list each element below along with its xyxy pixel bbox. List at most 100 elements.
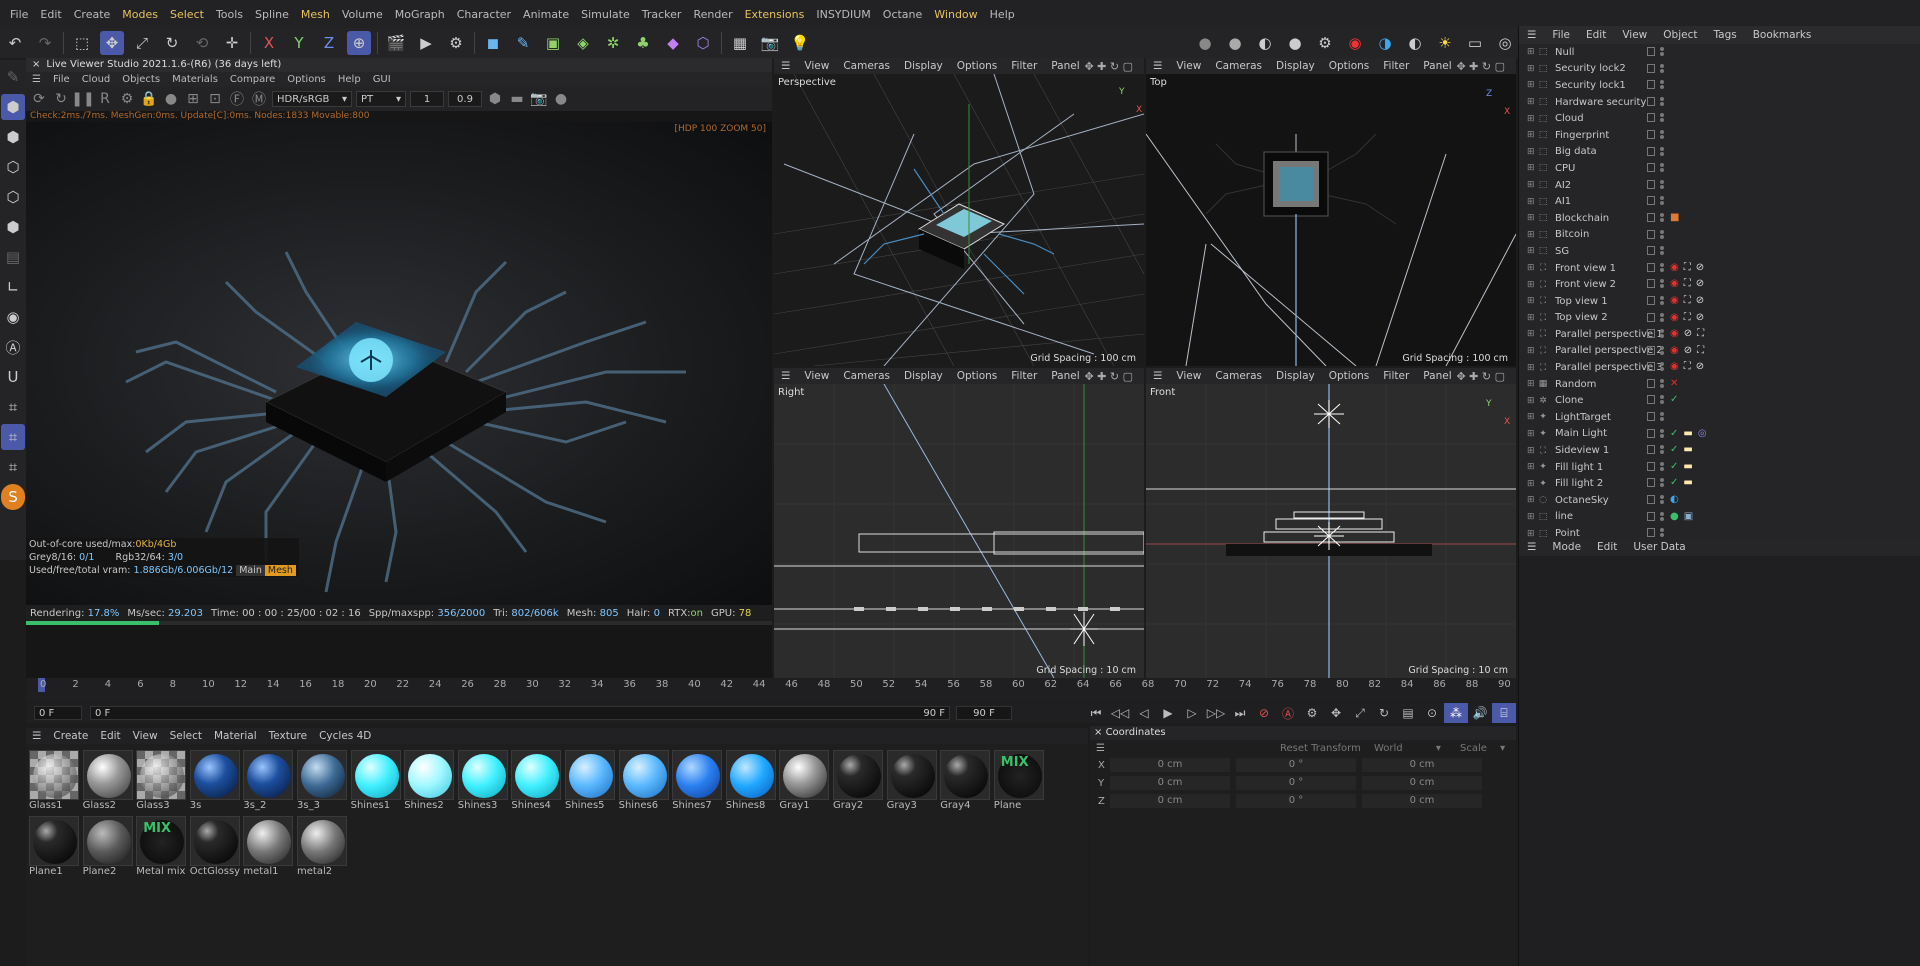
material-swatch[interactable]: Shines6 — [618, 750, 672, 811]
expand-icon[interactable]: ⊞ — [1527, 114, 1537, 124]
octane-target-icon[interactable]: ◎ — [1493, 31, 1517, 55]
target-tag-icon[interactable]: ◉ — [1670, 345, 1679, 356]
expand-icon[interactable]: ⊞ — [1527, 263, 1537, 273]
expand-icon[interactable]: ⊞ — [1527, 130, 1537, 140]
octane-gloss-icon[interactable]: ● — [1283, 31, 1307, 55]
redo-icon[interactable]: ↷ — [33, 31, 57, 55]
deformer-icon[interactable]: ◆ — [661, 31, 685, 55]
rotation-field[interactable]: 0 ° — [1236, 776, 1356, 790]
layer-checkbox[interactable] — [1647, 146, 1655, 156]
vp-menu-options[interactable]: Options — [1322, 60, 1377, 72]
object-row[interactable]: ⊞ ⛶ Top view 2 ◉ ⛶ ⊘ — [1519, 310, 1920, 327]
frame-icon[interactable]: ▬ — [508, 90, 526, 108]
stop-icon[interactable]: ⬢ — [486, 90, 504, 108]
layer-checkbox[interactable] — [1647, 80, 1655, 90]
object-row[interactable]: ⊞ ✦ Fill light 1 ✓ ▬ — [1519, 459, 1920, 476]
visibility-dots-icon[interactable] — [1660, 511, 1665, 521]
layer-checkbox[interactable] — [1647, 345, 1655, 355]
octane-settings-icon[interactable]: ⚙ — [1313, 31, 1337, 55]
object-row[interactable]: ⊞ ⬚ Point — [1519, 525, 1920, 538]
mesh-tag[interactable]: Mesh — [264, 565, 296, 576]
pen-icon[interactable]: ✎ — [1, 64, 25, 90]
object-name[interactable]: Sideview 1 — [1555, 445, 1609, 456]
material-swatch[interactable]: Shines3 — [457, 750, 511, 811]
rotate-icon[interactable]: ↻ — [160, 31, 184, 55]
material-swatch[interactable]: metal2 — [297, 816, 350, 877]
key-scale-icon[interactable]: ⤢ — [1348, 703, 1372, 723]
target-tag-icon[interactable]: ◉ — [1670, 362, 1679, 372]
layer-checkbox[interactable] — [1647, 395, 1655, 405]
vp-menu-cameras[interactable]: Cameras — [836, 370, 897, 382]
snap-icon[interactable]: ⌗ — [1, 424, 25, 450]
settings-icon[interactable]: ⚙ — [118, 90, 136, 108]
object-name[interactable]: Front view 2 — [1555, 279, 1616, 290]
octane-sphere2-icon[interactable]: ● — [1223, 31, 1247, 55]
hamburger-icon[interactable]: ☰ — [26, 74, 47, 85]
expand-icon[interactable]: ⊞ — [1527, 197, 1537, 207]
object-row[interactable]: ⊞ ⬚ Null — [1519, 44, 1920, 61]
light-icon[interactable]: 💡 — [788, 31, 812, 55]
viewport-top[interactable]: ☰ View Cameras Display Options Filter Pa… — [1146, 58, 1516, 366]
object-row[interactable]: ⊞ ⬚ Security lock1 — [1519, 77, 1920, 94]
octane-sphere-icon[interactable]: ● — [1193, 31, 1217, 55]
object-name[interactable]: Random — [1555, 379, 1596, 390]
layer-checkbox[interactable] — [1647, 362, 1655, 372]
vp-menu-cameras[interactable]: Cameras — [1208, 60, 1269, 72]
send-scene-icon[interactable]: ⟳ — [30, 90, 48, 108]
viewport-nav-icons[interactable]: ✥ ✚ ↻ ▢ — [1077, 60, 1140, 73]
key-param-icon[interactable]: ▤ — [1396, 703, 1420, 723]
lv-menu-objects[interactable]: Objects — [116, 74, 166, 85]
om-menu-view[interactable]: View — [1614, 29, 1655, 41]
hamburger-icon[interactable]: ☰ — [1519, 541, 1544, 553]
object-name[interactable]: AI2 — [1555, 180, 1571, 191]
scale-field[interactable]: 0 cm — [1362, 794, 1482, 808]
render-region-icon[interactable]: 🎬 — [384, 31, 408, 55]
object-name[interactable]: Clone — [1555, 395, 1583, 406]
floor-icon[interactable]: ▦ — [728, 31, 752, 55]
layer-checkbox[interactable] — [1647, 312, 1655, 322]
clear-icon[interactable]: ● — [552, 90, 570, 108]
expand-icon[interactable]: ⊞ — [1527, 147, 1537, 157]
timeline-ruler[interactable]: 0 2 4 6 8 10 12 14 16 18 20 22 24 26 28 30 32 34 36 38 40 42 4… — [26, 678, 1516, 692]
material-tag-icon[interactable]: ▣ — [1684, 511, 1693, 522]
vp-menu-view[interactable]: View — [797, 60, 836, 72]
texture-mode-icon[interactable]: ⬢ — [1, 124, 25, 150]
visibility-dots-icon[interactable] — [1660, 246, 1665, 256]
vp-menu-options[interactable]: Options — [1322, 370, 1377, 382]
record-icon[interactable]: ⊘ — [1252, 703, 1276, 723]
object-name[interactable]: Blockchain — [1555, 213, 1609, 224]
check-green-tag-icon[interactable]: ✓ — [1670, 461, 1678, 472]
play-icon[interactable]: ▶ — [1156, 703, 1180, 723]
menu-simulate[interactable]: Simulate — [575, 8, 636, 21]
object-row[interactable]: ⊞ ⬚ Cloud — [1519, 110, 1920, 127]
close-icon[interactable]: × — [1094, 727, 1102, 738]
menu-tracker[interactable]: Tracker — [636, 8, 688, 21]
lv-menu-materials[interactable]: Materials — [166, 74, 224, 85]
expand-icon[interactable]: ⊞ — [1527, 213, 1537, 223]
layer-checkbox[interactable] — [1647, 113, 1655, 123]
menu-tools[interactable]: Tools — [210, 8, 249, 21]
visibility-dots-icon[interactable] — [1660, 262, 1665, 272]
go-to-end-icon[interactable]: ⏭ — [1228, 703, 1252, 723]
target-blue-tag-icon[interactable]: ◎ — [1698, 428, 1707, 439]
target-tag-icon[interactable]: ◉ — [1670, 262, 1679, 273]
visibility-dots-icon[interactable] — [1660, 146, 1665, 156]
object-name[interactable]: LightTarget — [1555, 412, 1611, 423]
layer-checkbox[interactable] — [1647, 262, 1655, 272]
lv-menu-cloud[interactable]: Cloud — [76, 74, 117, 85]
autokey-icon[interactable]: Ⓐ — [1276, 703, 1300, 723]
visibility-dots-icon[interactable] — [1660, 395, 1665, 405]
lv-menu-help[interactable]: Help — [332, 74, 367, 85]
visibility-dots-icon[interactable] — [1660, 478, 1665, 488]
x-red-tag-icon[interactable]: ✕ — [1670, 378, 1678, 389]
visibility-dots-icon[interactable] — [1660, 362, 1665, 372]
viewport-perspective[interactable]: ☰ View Cameras Display Options Filter Pa… — [774, 58, 1144, 366]
visibility-dots-icon[interactable] — [1660, 113, 1665, 123]
axis-mode-icon[interactable]: ∟ — [1, 274, 25, 300]
protect-tag-icon[interactable]: ⊘ — [1696, 295, 1704, 306]
material-pick-icon[interactable]: Ⓜ — [250, 90, 268, 108]
object-row[interactable]: ⊞ ⛶ Front view 2 ◉ ⛶ ⊘ — [1519, 276, 1920, 293]
object-name[interactable]: Fingerprint — [1555, 130, 1609, 141]
vp-menu-display[interactable]: Display — [897, 60, 950, 72]
expand-icon[interactable]: ⊞ — [1527, 479, 1537, 489]
